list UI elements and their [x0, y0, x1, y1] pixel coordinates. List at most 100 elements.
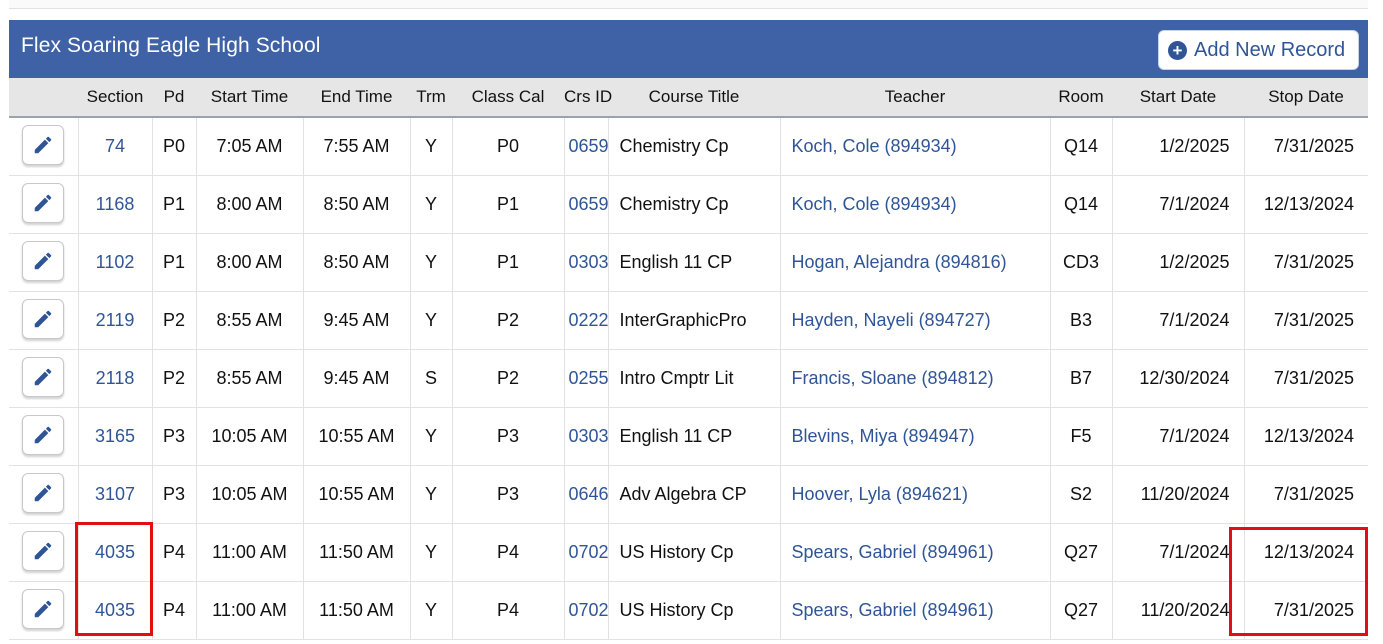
class-cal-cell: P3: [496, 484, 520, 504]
edit-record-button[interactable]: [22, 588, 65, 629]
teacher-link[interactable]: Koch, Cole (894934): [792, 136, 957, 156]
end-time-cell: 8:50 AM: [302, 233, 410, 292]
start-date-cell: 7/1/2024: [1111, 407, 1244, 466]
pencil-icon: [35, 310, 52, 327]
term-cell: S: [424, 368, 437, 388]
stop-date-cell: 12/13/2024: [1243, 407, 1368, 466]
course-id-cell: 0702: [563, 581, 609, 640]
teacher-link[interactable]: Hogan, Alejandra (894816): [792, 252, 1007, 272]
term-cell: Y: [424, 426, 437, 446]
room-cell: B3: [1049, 291, 1112, 350]
edit-record-button[interactable]: [22, 182, 65, 223]
section-link[interactable]: 3165: [95, 426, 135, 446]
course-title-cell: Adv Algebra CP: [619, 484, 747, 504]
room-cell: Q27: [1049, 523, 1112, 582]
class-cal-cell: P1: [496, 252, 520, 272]
section-cell: 4035: [77, 581, 152, 640]
teacher-cell: Koch, Cole (894934): [779, 117, 1050, 176]
end-time-cell: 8:50 AM: [302, 175, 410, 234]
course-id-cell: 0255: [563, 349, 609, 408]
start-time-cell: 8:55 AM: [195, 349, 303, 408]
section-link[interactable]: 4035: [95, 542, 135, 562]
course-title-cell: Adv Algebra CP: [607, 465, 780, 524]
course-id-link[interactable]: 0222: [569, 310, 609, 330]
section-link[interactable]: 1102: [96, 252, 135, 272]
end-time-cell: 8:50 AM: [323, 252, 390, 272]
course-id-cell: 0659: [563, 175, 609, 234]
course-id-link[interactable]: 0255: [569, 368, 609, 388]
course-title-cell: Intro Cmptr Lit: [619, 368, 734, 388]
start-time-cell: 11:00 AM: [212, 600, 287, 620]
section-link[interactable]: 74: [105, 136, 125, 156]
course-id-link[interactable]: 0646: [569, 484, 609, 504]
period-cell: P2: [162, 368, 186, 388]
edit-record-button[interactable]: [22, 414, 65, 455]
column-header: Section: [78, 78, 152, 118]
start-time-cell: 10:05 AM: [195, 407, 303, 466]
teacher-link[interactable]: Hoover, Lyla (894621): [792, 484, 968, 504]
period-cell: P4: [162, 600, 186, 620]
teacher-link[interactable]: Koch, Cole (894934): [792, 194, 957, 214]
course-id-link[interactable]: 0303: [569, 252, 609, 272]
table-row: 74 P0 7:05 AM 7:55 AM Y P0 0659 Chemistry Cp Koc…: [9, 117, 1368, 176]
room-cell: S2: [1069, 484, 1093, 504]
section-link[interactable]: 2118: [96, 368, 135, 388]
section-link[interactable]: 3107: [95, 484, 135, 504]
edit-cell: [9, 407, 78, 466]
table-row: 1102 P1 8:00 AM 8:50 AM Y P1 0303 English 11 CP…: [9, 233, 1368, 292]
start-date-cell: 11/20/2024: [1111, 581, 1244, 640]
start-date-cell: 7/1/2024: [1159, 310, 1230, 330]
period-cell: P3: [162, 484, 186, 504]
teacher-link[interactable]: Spears, Gabriel (894961): [792, 542, 994, 562]
column-header: Start Time: [196, 78, 303, 118]
edit-cell: [9, 349, 78, 408]
pencil-icon: [35, 484, 52, 501]
section-link[interactable]: 1168: [96, 194, 135, 214]
course-title-cell: Chemistry Cp: [619, 194, 729, 214]
edit-record-button[interactable]: [22, 240, 65, 281]
course-id-link[interactable]: 0303: [569, 426, 609, 446]
section-link[interactable]: 4035: [95, 600, 135, 620]
table-row: 4035 P4 11:00 AM 11:50 AM Y P4 0702 US History …: [9, 581, 1368, 640]
stop-date-cell: 7/31/2025: [1273, 600, 1354, 620]
start-date-cell: 12/30/2024: [1111, 349, 1244, 408]
class-cal-cell: P2: [451, 349, 564, 408]
edit-record-button[interactable]: [22, 124, 65, 165]
teacher-link[interactable]: Francis, Sloane (894812): [792, 368, 994, 388]
end-time-cell: 7:55 AM: [323, 136, 390, 156]
course-id-link[interactable]: 0659: [569, 136, 609, 156]
start-time-cell: 7:05 AM: [195, 117, 303, 176]
stop-date-cell: 7/31/2025: [1273, 368, 1354, 388]
period-cell: P3: [151, 407, 196, 466]
start-date-cell: 11/20/2024: [1140, 484, 1230, 504]
table-row: 1168 P1 8:00 AM 8:50 AM Y P1 0659 Chemistry Cp K…: [9, 175, 1368, 234]
edit-record-button[interactable]: [22, 298, 65, 339]
course-title-cell: US History Cp: [607, 581, 780, 640]
end-time-cell: 8:50 AM: [323, 194, 390, 214]
teacher-link[interactable]: Hayden, Nayeli (894727): [792, 310, 991, 330]
stop-date-cell: 12/13/2024: [1263, 194, 1354, 214]
edit-cell: [9, 233, 78, 292]
start-date-cell: 11/20/2024: [1140, 600, 1230, 620]
add-new-record-button[interactable]: + Add New Record: [1158, 30, 1359, 70]
teacher-link[interactable]: Blevins, Miya (894947): [792, 426, 975, 446]
plus-circle-icon: +: [1168, 40, 1187, 60]
course-id-link[interactable]: 0702: [569, 542, 609, 562]
column-header: Stop Date: [1244, 78, 1368, 118]
start-time-cell: 11:00 AM: [212, 542, 287, 562]
edit-record-button[interactable]: [22, 472, 65, 513]
end-time-cell: 7:55 AM: [302, 117, 410, 176]
course-id-link[interactable]: 0659: [569, 194, 609, 214]
panel-header: Flex Soaring Eagle High School + Add New…: [9, 20, 1368, 78]
course-title-cell: Intro Cmptr Lit: [607, 349, 780, 408]
course-title-cell: Chemistry Cp: [607, 117, 780, 176]
edit-record-button[interactable]: [22, 356, 65, 397]
edit-record-button[interactable]: [22, 530, 65, 571]
pencil-icon: [35, 252, 52, 269]
section-link[interactable]: 2119: [96, 310, 135, 330]
teacher-link[interactable]: Spears, Gabriel (894961): [792, 600, 994, 620]
start-date-cell: 12/30/2024: [1139, 368, 1230, 388]
end-time-cell: 10:55 AM: [318, 484, 395, 504]
course-id-link[interactable]: 0702: [569, 600, 609, 620]
section-cell: 3107: [77, 465, 152, 524]
